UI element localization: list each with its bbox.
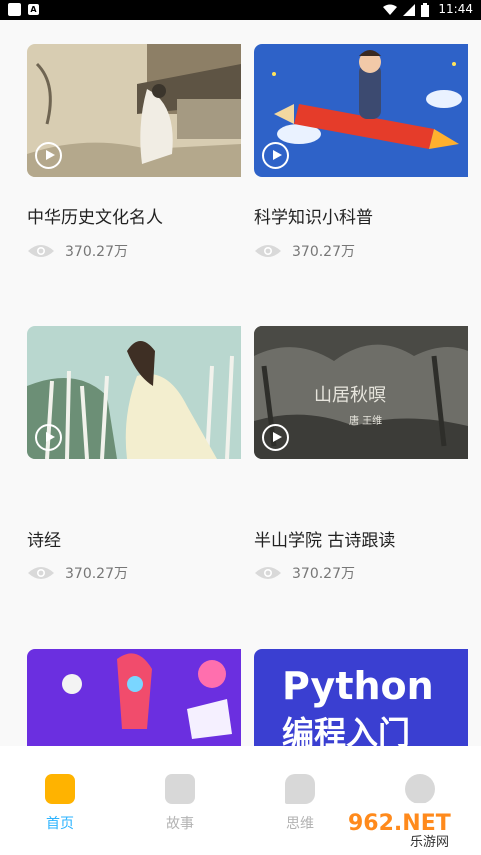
status-bar: A 11:44: [0, 0, 481, 20]
play-icon[interactable]: [35, 142, 62, 169]
nav-label: 首页: [46, 816, 74, 832]
play-icon[interactable]: [262, 424, 289, 451]
view-count-text: 370.27万: [65, 566, 128, 582]
view-count: 370.27万: [27, 241, 128, 261]
play-icon[interactable]: [35, 424, 62, 451]
thinking-icon: [285, 774, 315, 804]
nav-label: 故事: [166, 816, 194, 832]
battery-icon: [421, 3, 429, 17]
home-icon: [45, 774, 75, 804]
video-thumbnail[interactable]: [27, 326, 241, 459]
view-count-text: 370.27万: [292, 244, 355, 260]
space-rocket-illustration: [27, 649, 241, 746]
video-thumbnail[interactable]: 山居秋暝 唐 王维: [254, 326, 468, 459]
play-icon[interactable]: [262, 142, 289, 169]
wifi-icon: [383, 4, 397, 15]
video-thumbnail[interactable]: [27, 44, 241, 177]
video-thumbnail[interactable]: [254, 44, 468, 177]
video-title[interactable]: 半山学院 古诗跟读: [254, 526, 395, 551]
eye-icon: [28, 245, 54, 257]
video-title[interactable]: 中华历史文化名人: [27, 203, 163, 228]
poem-author: 唐 王维: [349, 414, 382, 427]
nav-story[interactable]: 故事: [120, 746, 240, 855]
video-title[interactable]: 诗经: [27, 526, 61, 551]
video-thumbnail[interactable]: Python 编程入门: [254, 649, 468, 746]
eye-icon: [255, 567, 281, 579]
poem-title: 山居秋暝: [314, 385, 386, 406]
view-count-text: 370.27万: [65, 244, 128, 260]
view-count: 370.27万: [254, 241, 355, 261]
python-title: Python: [282, 664, 434, 708]
app-notification-icon: A: [28, 4, 39, 15]
watermark-sub: 乐游网: [410, 835, 449, 850]
story-icon: [165, 774, 195, 804]
signal-icon: [403, 4, 415, 16]
status-time: 11:44: [438, 2, 473, 16]
python-subtitle: 编程入门: [282, 714, 410, 746]
content-grid[interactable]: 中华历史文化名人 370.27万 科学知识小科普 370.27万 诗经 370.…: [0, 20, 481, 746]
video-title[interactable]: 科学知识小科普: [254, 203, 373, 228]
eye-icon: [255, 245, 281, 257]
watermark-brand: 962.NET: [348, 811, 451, 836]
view-count: 370.27万: [254, 563, 355, 583]
notification-icon: [8, 3, 21, 16]
nav-home[interactable]: 首页: [0, 746, 120, 855]
view-count: 370.27万: [27, 563, 128, 583]
video-thumbnail[interactable]: [27, 649, 241, 746]
status-icons: [383, 3, 429, 17]
watermark-logo: 962.NET 乐游网: [340, 803, 475, 850]
eye-icon: [28, 567, 54, 579]
view-count-text: 370.27万: [292, 566, 355, 582]
python-course-banner: Python 编程入门: [254, 649, 468, 746]
